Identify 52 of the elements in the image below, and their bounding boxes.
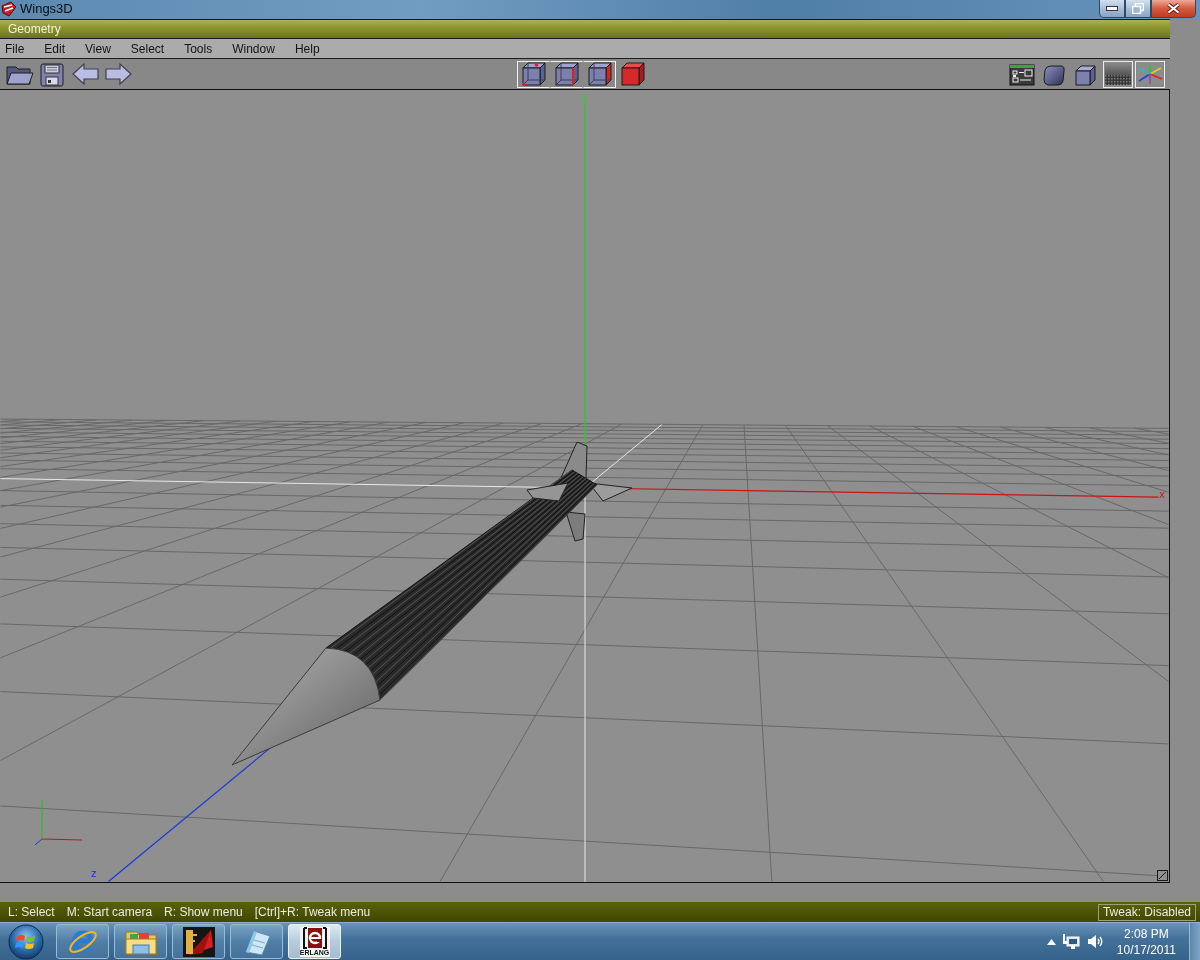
menu-item[interactable]: Tools — [184, 41, 213, 56]
floppy-disk-icon — [37, 61, 67, 87]
redo-button[interactable] — [103, 60, 133, 88]
menu-item[interactable]: View — [85, 41, 111, 56]
menu-item[interactable]: Help — [294, 41, 320, 56]
minimize-button[interactable] — [1099, 0, 1125, 18]
minimize-icon — [1106, 6, 1118, 11]
axis-label: z — [91, 868, 97, 879]
restore-icon — [1132, 3, 1144, 14]
tweak-status: Tweak: Disabled — [1097, 903, 1196, 921]
save-button[interactable] — [37, 60, 67, 88]
ground-grid-icon — [1105, 62, 1131, 86]
resize-grip-icon[interactable] — [1157, 870, 1168, 881]
arrow-right-icon — [103, 61, 133, 87]
axis-label: x — [1159, 489, 1165, 500]
cube-icon — [1073, 62, 1099, 86]
axis-label: y — [581, 91, 587, 102]
panel-title-bar: Geometry — [0, 19, 1170, 39]
window-title: Wings3D — [20, 0, 73, 18]
status-hint: L: Select — [8, 905, 55, 919]
clock-date: 10/17/2011 — [1116, 941, 1176, 958]
view-toggle-button[interactable] — [1135, 60, 1165, 88]
clock-time: 2:08 PM — [1124, 925, 1169, 942]
arrow-left-icon — [70, 61, 100, 87]
speaker-icon[interactable] — [1086, 934, 1104, 949]
menu-item[interactable]: Edit — [44, 41, 66, 56]
selection-mode-button[interactable] — [517, 60, 550, 88]
menu-item[interactable]: File — [5, 41, 25, 56]
status-hint: M: Start camera — [66, 905, 153, 919]
restore-button[interactable] — [1125, 0, 1151, 18]
taskbar-button[interactable] — [172, 924, 225, 959]
caret-up-icon[interactable] — [1046, 938, 1056, 945]
panel-icon — [1009, 62, 1035, 86]
menu-item[interactable]: Window — [232, 41, 275, 56]
close-button[interactable] — [1151, 0, 1196, 18]
status-hint: R: Show menu — [164, 905, 243, 919]
close-icon — [1167, 3, 1180, 14]
axis-gizmo-drawing — [34, 799, 83, 846]
taskbar-button[interactable] — [230, 924, 283, 959]
selection-mode-button[interactable] — [550, 60, 583, 88]
selection-mode-button[interactable] — [583, 60, 616, 88]
shaded-cube-icon — [1041, 62, 1067, 86]
network-icon[interactable] — [1062, 933, 1080, 950]
axes-icon — [1137, 62, 1163, 86]
view-toggle-button[interactable] — [1103, 60, 1133, 88]
status-hint: [Ctrl]+R: Tweak menu — [254, 905, 371, 919]
logo-icon — [299, 926, 330, 949]
start-orb-icon — [7, 923, 45, 960]
menu-item[interactable]: Select — [130, 41, 165, 56]
undo-button[interactable] — [70, 60, 100, 88]
app-logo-icon — [1, 1, 17, 17]
wing-logo-icon — [182, 926, 215, 957]
